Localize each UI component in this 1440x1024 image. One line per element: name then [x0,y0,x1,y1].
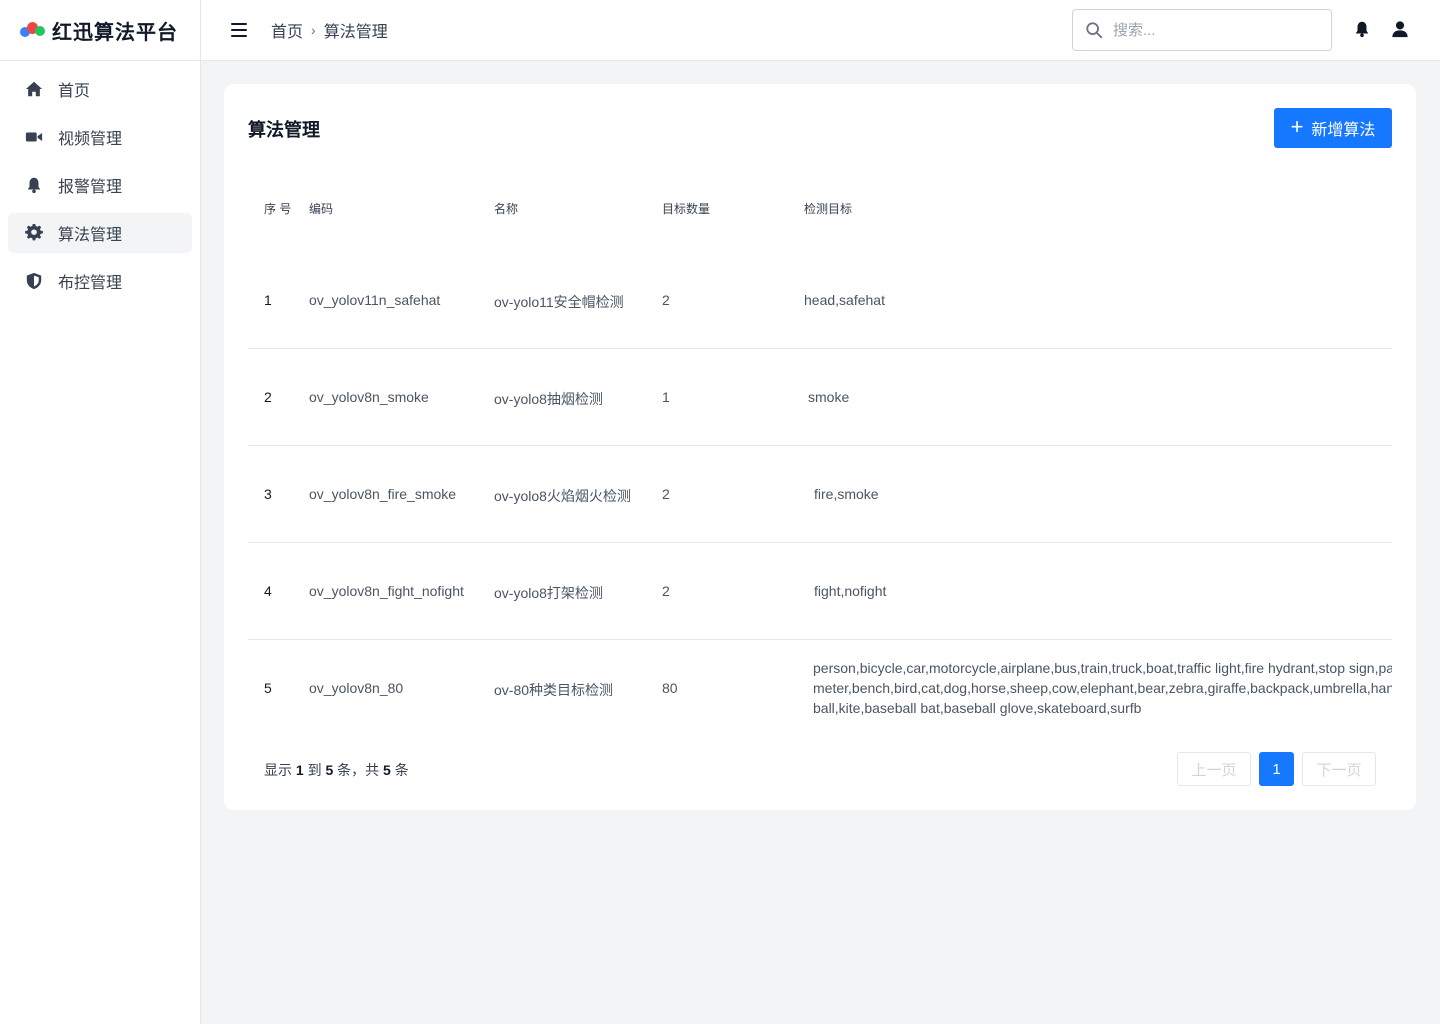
page-title: 算法管理 [248,120,320,140]
cell-targets-line: ball,kite,baseball bat,baseball glove,sk… [813,700,1142,716]
page-1-button[interactable]: 1 [1259,752,1294,786]
logo-mark-icon [20,22,46,38]
next-page-button[interactable]: 下一页 [1302,752,1376,786]
cell-count: 2 [662,583,670,599]
prev-page-button[interactable]: 上一页 [1177,752,1251,786]
sidebar-item-label: 算法管理 [58,227,123,244]
algorithm-card: 算法管理 + 新增算法 序 号 编码 名称 目标数量 检测目标 1 ov_yol… [224,84,1416,810]
pagination-from: 1 [295,762,304,778]
column-header-name: 名称 [494,202,519,216]
table-row: 1 ov_yolov11n_safehat ov-yolo11安全帽检测 2 h… [248,252,1392,349]
cell-index: 5 [264,680,272,696]
top-header: 首页 › 算法管理 [201,0,1440,61]
column-header-code: 编码 [309,202,334,216]
cell-code: ov_yolov11n_safehat [309,292,441,308]
pagination-prefix: 显示 [264,762,292,778]
video-icon [24,127,44,147]
sidebar-item-label: 首页 [58,83,91,100]
sidebar-item-label: 布控管理 [58,275,123,292]
cell-code: ov_yolov8n_smoke [309,389,429,405]
table-row: 2 ov_yolov8n_smoke ov-yolo8抽烟检测 1 smoke [248,349,1392,446]
column-header-targets: 检测目标 [804,202,853,216]
cell-index: 1 [264,292,272,308]
cell-code: ov_yolov8n_fight_nofight [309,583,464,599]
sidebar-item-deploy[interactable]: 布控管理 [8,261,192,301]
table-row: 4 ov_yolov8n_fight_nofight ov-yolo8打架检测 … [248,543,1392,640]
sidebar: 红迅算法平台 首页 视频管理 报警管理 算法管理 布控管理 [0,0,201,1024]
cell-count: 2 [662,486,670,502]
cell-name: ov-yolo8打架检测 [494,585,603,601]
app-name: 红迅算法平台 [52,21,178,44]
cell-name: ov-80种类目标检测 [494,682,614,698]
breadcrumb-current: 算法管理 [323,24,388,41]
add-algorithm-label: 新增算法 [1311,122,1376,139]
user-icon[interactable] [1391,20,1411,40]
cell-code: ov_yolov8n_fire_smoke [309,486,457,502]
home-icon [24,79,44,99]
table-row: 5 ov_yolov8n_80 ov-80种类目标检测 80 person,bi… [248,640,1392,737]
cell-index: 3 [264,486,272,502]
pagination-total: 5 [383,762,391,778]
cell-count: 2 [662,292,670,308]
plus-icon: + [1290,114,1304,139]
pagination-mid: 条，共 [337,762,380,778]
cell-count: 80 [662,680,678,696]
pagination-suffix: 条 [394,762,409,778]
logo[interactable]: 红迅算法平台 [0,0,200,61]
cell-targets: head,safehat [804,292,885,308]
cell-name: ov-yolo8抽烟检测 [494,391,603,407]
search-icon [1086,22,1103,39]
sidebar-item-algorithm[interactable]: 算法管理 [8,213,192,253]
bell-icon [24,175,44,195]
pagination-to: 5 [325,762,334,778]
sidebar-item-home[interactable]: 首页 [8,69,192,109]
cell-targets: fight,nofight [814,583,887,599]
sidebar-item-alarm[interactable]: 报警管理 [8,165,192,205]
column-header-count: 目标数量 [662,202,711,216]
cell-index: 2 [264,389,272,405]
shield-icon [24,271,44,291]
pagination-info: 显示 1 到 5 条，共 5 条 [264,760,409,780]
table-row: 3 ov_yolov8n_fire_smoke ov-yolo8火焰烟火检测 2… [248,446,1392,543]
cell-targets: fire,smoke [814,486,879,502]
table-header: 序 号 编码 名称 目标数量 检测目标 [248,200,1392,216]
column-header-index: 序 号 [264,202,292,216]
breadcrumb: 首页 › 算法管理 [271,18,388,42]
sidebar-item-label: 报警管理 [58,179,123,196]
notification-bell-icon[interactable] [1353,20,1373,40]
breadcrumb-home[interactable]: 首页 [271,18,303,42]
cell-targets: person,bicycle,car,motorcycle,airplane,b… [813,658,1392,718]
cell-targets-line: meter,bench,bird,cat,dog,horse,sheep,cow… [813,680,1392,696]
search-input[interactable] [1113,21,1313,39]
search-box[interactable] [1072,9,1332,51]
gear-icon [24,223,44,243]
sidebar-item-label: 视频管理 [58,131,123,148]
cell-name: ov-yolo8火焰烟火检测 [494,488,631,504]
sidebar-item-video[interactable]: 视频管理 [8,117,192,157]
cell-targets-line: person,bicycle,car,motorcycle,airplane,b… [813,660,1392,676]
sidebar-nav: 首页 视频管理 报警管理 算法管理 布控管理 [0,61,200,317]
pagination-to-word: 到 [307,762,322,778]
cell-targets: smoke [808,389,850,405]
cell-code: ov_yolov8n_80 [309,680,404,696]
cell-name: ov-yolo11安全帽检测 [494,294,624,310]
chevron-right-icon: › [311,22,316,38]
menu-toggle-icon[interactable] [231,23,247,37]
cell-index: 4 [264,583,272,599]
add-algorithm-button[interactable]: + 新增算法 [1274,108,1392,148]
cell-count: 1 [662,389,670,405]
